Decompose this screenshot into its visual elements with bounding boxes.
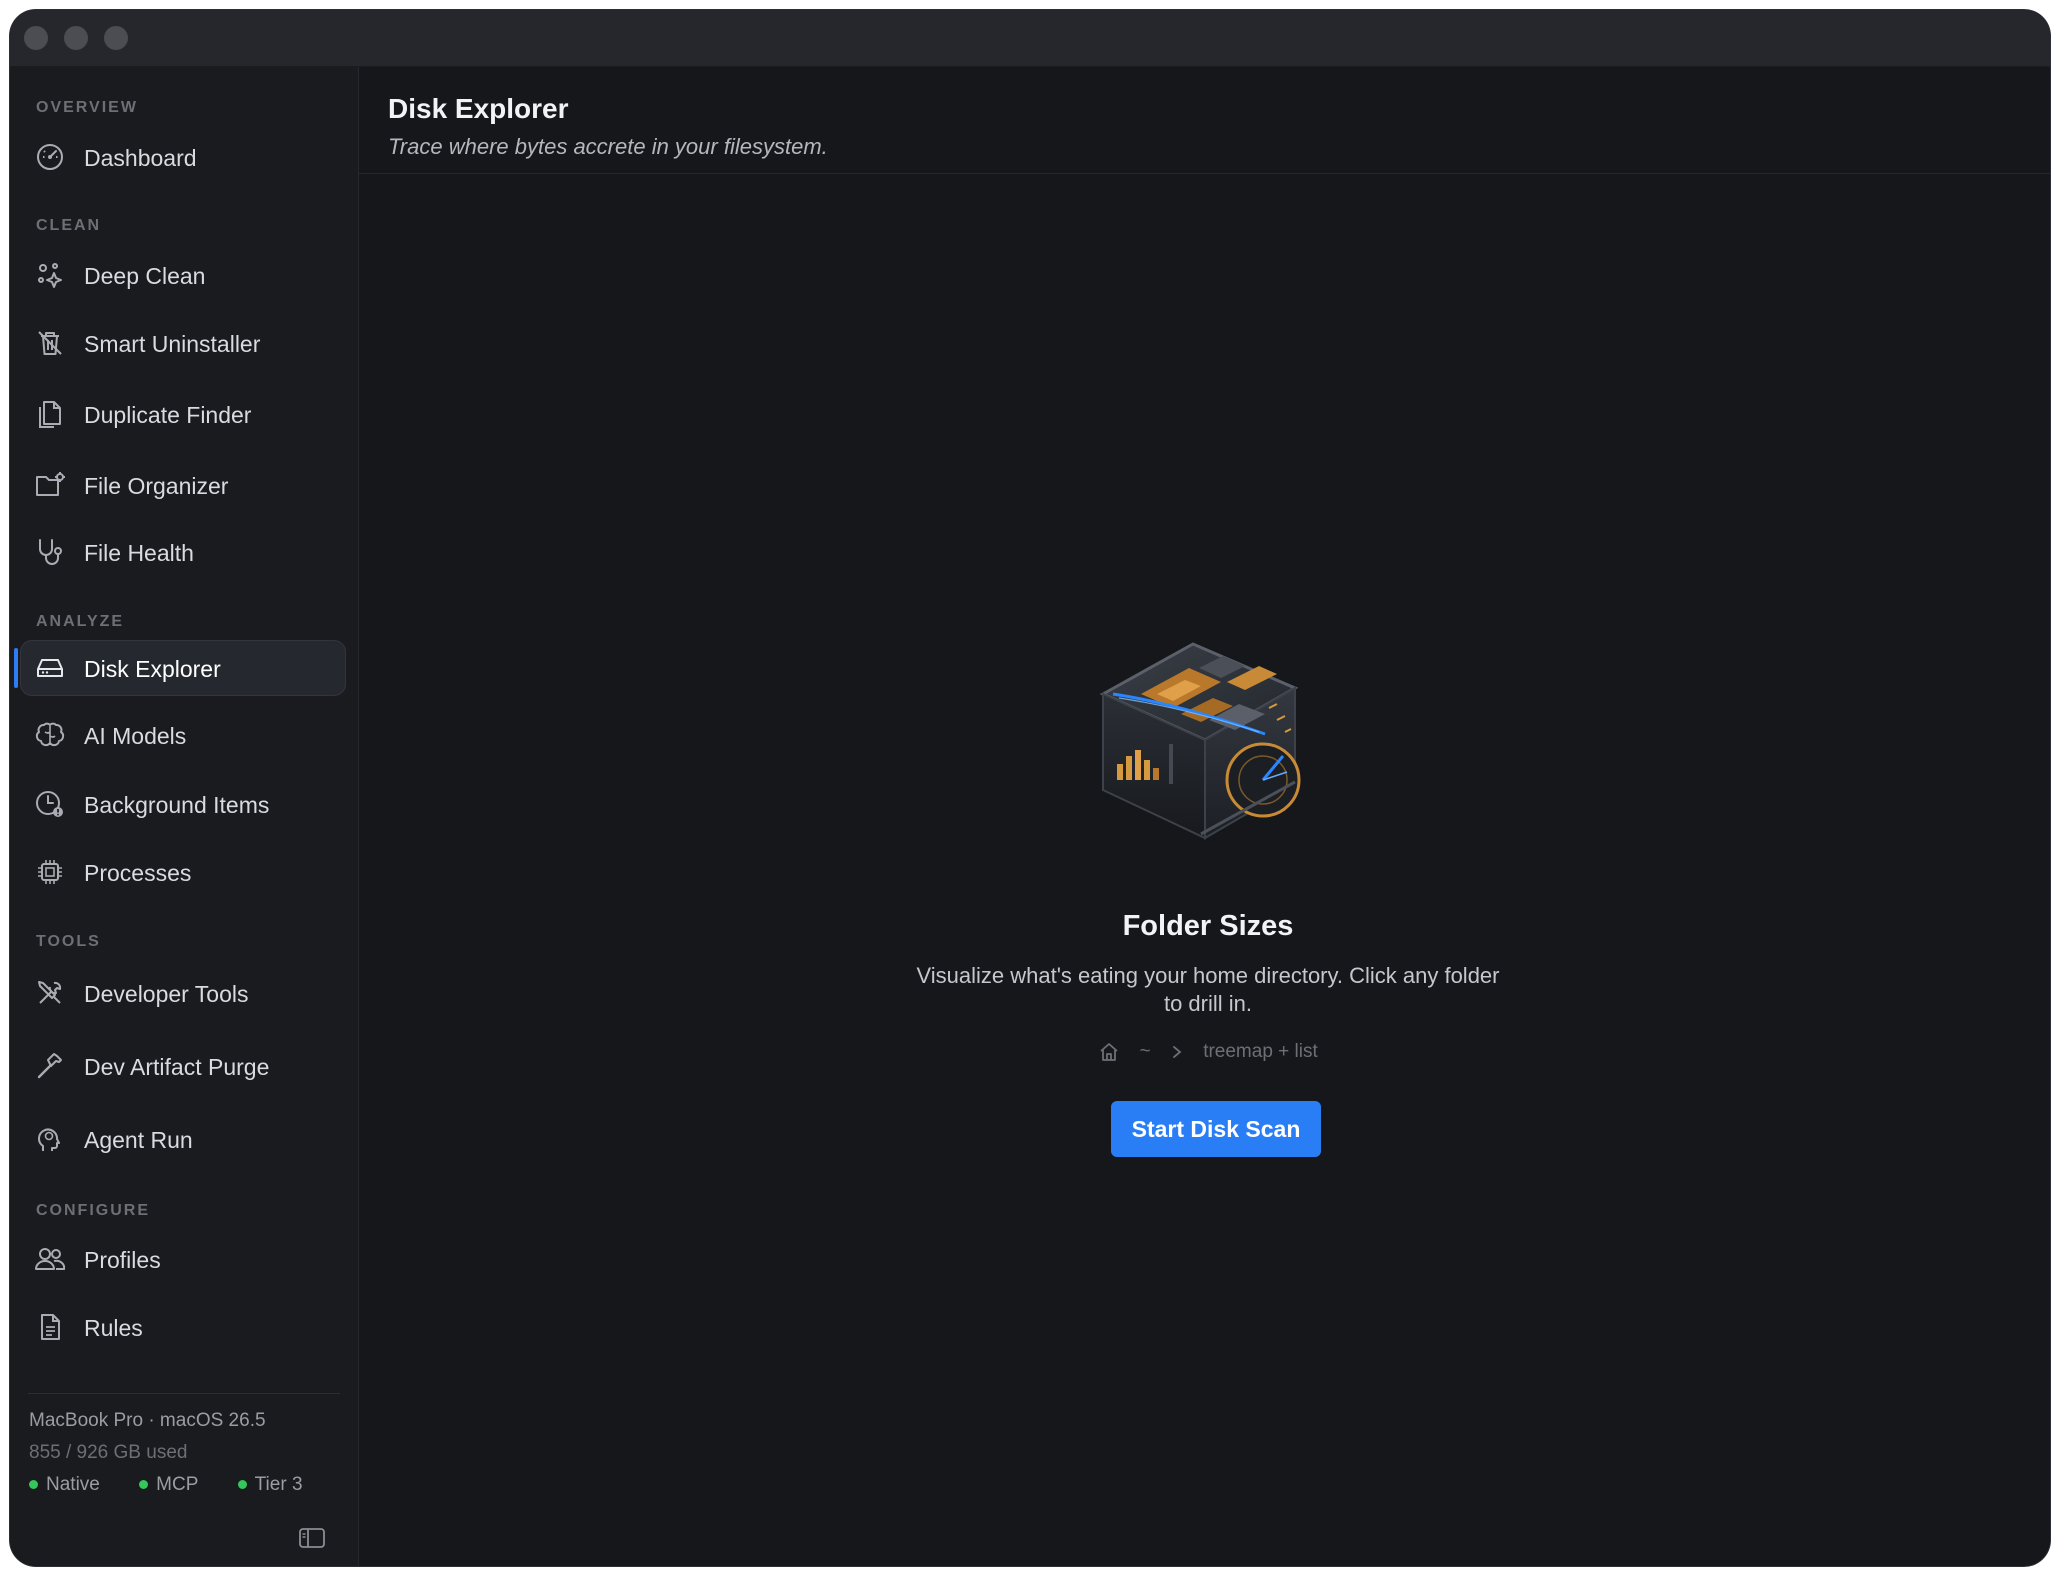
app-window: OVERVIEW Dashboard CLEAN Deep Clean Smar… xyxy=(10,10,2050,1566)
sidebar-item-label: Disk Explorer xyxy=(84,656,221,682)
close-window-button[interactable] xyxy=(24,26,48,50)
title-bar xyxy=(10,10,2050,67)
sidebar-item-dashboard[interactable]: Dashboard xyxy=(20,129,346,185)
status-dot xyxy=(139,1480,149,1489)
sidebar-item-profiles[interactable]: Profiles xyxy=(20,1231,346,1287)
sidebar-footer-divider xyxy=(28,1393,340,1394)
hammer-icon xyxy=(37,1053,62,1079)
sidebar-item-background-items[interactable]: Background Items xyxy=(20,776,346,832)
zoom-window-button[interactable] xyxy=(104,26,128,50)
active-indicator xyxy=(14,648,18,688)
main-content: Disk Explorer Trace where bytes accrete … xyxy=(359,67,2050,1566)
sidebar-item-file-organizer[interactable]: File Organizer xyxy=(20,457,346,513)
sidebar-item-duplicate-finder[interactable]: Duplicate Finder xyxy=(20,386,346,442)
sidebar-item-deep-clean[interactable]: Deep Clean xyxy=(20,247,346,303)
sidebar-item-label: Dashboard xyxy=(84,145,197,171)
breadcrumb: ~ treemap + list xyxy=(359,1041,2050,1063)
cpu-icon xyxy=(38,860,62,884)
breadcrumb-mode: treemap + list xyxy=(1203,1041,1318,1062)
status-dot xyxy=(29,1480,38,1489)
section-label-tools: TOOLS xyxy=(36,933,101,950)
empty-state: Folder Sizes Visualize what's eating you… xyxy=(359,67,2050,1566)
sidebar-item-label: Dev Artifact Purge xyxy=(84,1054,270,1080)
sidebar-item-developer-tools[interactable]: Developer Tools xyxy=(20,965,346,1021)
sidebar-item-label: Duplicate Finder xyxy=(84,402,252,428)
sidebar-item-label: Deep Clean xyxy=(84,263,206,289)
sparkles-icon xyxy=(38,263,62,288)
sidebar-item-label: AI Models xyxy=(84,723,187,749)
head-profile-icon xyxy=(38,1128,60,1151)
start-disk-scan-button[interactable]: Start Disk Scan xyxy=(1111,1101,1321,1157)
status-label: Native xyxy=(46,1473,100,1495)
sidebar-item-processes[interactable]: Processes xyxy=(20,844,346,900)
folder-gear-icon xyxy=(36,472,65,496)
minimize-window-button[interactable] xyxy=(64,26,88,50)
disk-cube-illustration xyxy=(1099,642,1301,840)
brain-icon xyxy=(35,722,65,747)
empty-state-description: Visualize what's eating your home direct… xyxy=(916,963,1500,1016)
breadcrumb-path: ~ xyxy=(1139,1041,1151,1062)
sidebar-item-smart-uninstaller[interactable]: Smart Uninstaller xyxy=(20,315,346,371)
internal-drive-icon xyxy=(37,659,63,677)
stethoscope-icon xyxy=(39,539,62,565)
gauge-icon xyxy=(37,144,63,170)
sidebar-item-rules[interactable]: Rules xyxy=(20,1299,346,1355)
sidebar-item-file-health[interactable]: File Health xyxy=(20,524,346,580)
people-icon xyxy=(35,1248,66,1270)
sidebar-item-dev-artifact-purge[interactable]: Dev Artifact Purge xyxy=(20,1038,346,1094)
sidebar-toggle-icon[interactable] xyxy=(299,1528,325,1548)
sidebar-item-label: Processes xyxy=(84,860,192,886)
sidebar-item-label: Profiles xyxy=(84,1247,161,1273)
sidebar-item-label: File Organizer xyxy=(84,473,229,499)
wrench-screwdriver-icon xyxy=(38,981,62,1004)
sidebar-item-label: Smart Uninstaller xyxy=(84,331,261,357)
status-dot xyxy=(237,1480,247,1489)
home-icon xyxy=(1100,1043,1118,1061)
section-label-configure: CONFIGURE xyxy=(36,1202,150,1219)
section-label-clean: CLEAN xyxy=(36,217,102,234)
status-label: MCP xyxy=(156,1473,199,1495)
sidebar-item-label: File Health xyxy=(84,540,194,566)
duplicate-documents-icon xyxy=(39,401,61,428)
section-label-overview: OVERVIEW xyxy=(36,99,138,116)
device-info: MacBook Pro · macOS 26.5 xyxy=(29,1410,266,1431)
status-row: Native MCP Tier 3 xyxy=(29,1473,337,1496)
status-mcp: MCP xyxy=(139,1474,198,1496)
status-tier: Tier 3 xyxy=(237,1473,303,1496)
status-native: Native xyxy=(29,1474,100,1496)
sidebar-item-label: Rules xyxy=(84,1315,143,1341)
sidebar: OVERVIEW Dashboard CLEAN Deep Clean Smar… xyxy=(10,67,359,1566)
storage-usage: 855 / 926 GB used xyxy=(29,1442,188,1463)
sidebar-item-agent-run[interactable]: Agent Run xyxy=(20,1111,346,1167)
trash-icon xyxy=(38,331,62,355)
section-label-analyze: ANALYZE xyxy=(36,613,125,630)
sidebar-item-label: Agent Run xyxy=(84,1127,193,1153)
empty-state-title: Folder Sizes xyxy=(1122,910,1294,942)
sidebar-item-label: Developer Tools xyxy=(84,981,249,1007)
chevron-right-icon xyxy=(1173,1046,1182,1058)
sidebar-item-disk-explorer[interactable]: Disk Explorer xyxy=(14,640,346,696)
clock-badge-icon xyxy=(36,791,63,817)
sidebar-item-label: Background Items xyxy=(84,792,270,818)
document-icon xyxy=(41,1314,60,1340)
status-label: Tier 3 xyxy=(254,1473,303,1495)
sidebar-item-ai-models[interactable]: AI Models xyxy=(20,707,346,763)
